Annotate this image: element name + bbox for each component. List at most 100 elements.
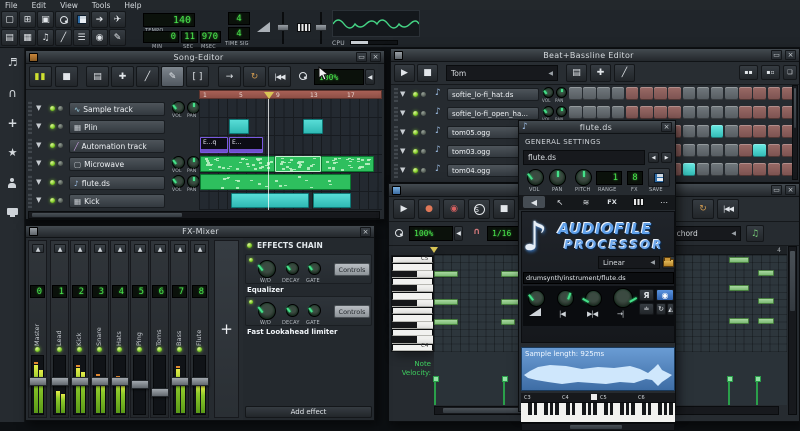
bb-step-cell[interactable] — [668, 87, 681, 100]
track-collapse-arrow[interactable]: ▼ — [36, 196, 41, 204]
close-button[interactable]: × — [661, 122, 672, 132]
add-automation-track-button[interactable]: ╱ — [136, 66, 159, 87]
afp-black-key[interactable] — [593, 403, 597, 415]
bb-volume-knob[interactable] — [543, 106, 554, 117]
tab-plugin[interactable]: ◀ — [523, 196, 545, 208]
fader-handle[interactable] — [29, 377, 47, 386]
add-effect-button[interactable]: Add effect — [245, 406, 372, 418]
record-button[interactable]: ● — [418, 199, 440, 219]
close-button[interactable]: × — [370, 52, 381, 62]
close-button[interactable]: × — [785, 185, 796, 195]
sidebar-item-samples[interactable]: ∩ — [4, 86, 21, 102]
channel-name-label[interactable]: Snare — [95, 301, 103, 346]
bb-step-cell[interactable] — [739, 144, 752, 157]
track-solo-led[interactable] — [58, 124, 63, 129]
fx-mixer-titlebar[interactable]: FX-Mixer × — [26, 226, 374, 238]
menu-view[interactable]: View — [60, 1, 78, 10]
track-mute-led[interactable] — [50, 106, 55, 111]
bb-step-cell[interactable] — [683, 87, 696, 100]
piano-roll-note[interactable] — [729, 285, 749, 291]
bb-step-cell[interactable] — [739, 163, 752, 176]
loop-mode-button[interactable]: ↻ — [692, 199, 714, 219]
afp-black-key[interactable] — [658, 403, 662, 415]
track-solo-led[interactable] — [421, 111, 426, 116]
track-solo-led[interactable] — [421, 130, 426, 135]
sample-waveform-panel[interactable]: Sample length: 925ms — [521, 347, 675, 391]
bb-step-cell[interactable] — [725, 163, 738, 176]
sidebar-item-favorites[interactable]: ★ — [4, 146, 21, 162]
bb-step-cell[interactable] — [697, 125, 710, 138]
track-grip[interactable] — [28, 138, 32, 153]
bb-step-cell[interactable] — [597, 106, 610, 119]
track-volume-knob[interactable] — [172, 156, 185, 169]
track-solo-led[interactable] — [58, 143, 63, 148]
track-name-button[interactable]: ▦Plin — [69, 120, 165, 134]
tempo-display[interactable]: 140 — [143, 13, 195, 27]
bb-step-cell[interactable] — [683, 125, 696, 138]
track-mute-led[interactable] — [50, 124, 55, 129]
master-pitch-handle[interactable] — [315, 24, 327, 31]
bb-step-cell[interactable] — [768, 163, 781, 176]
velocity-bar[interactable] — [434, 380, 436, 405]
song-editor-toggle[interactable]: ▤ — [1, 29, 18, 46]
bb-pattern-segment[interactable] — [229, 119, 249, 134]
channel-led[interactable] — [35, 347, 40, 352]
instrument-titlebar[interactable]: ♪ flute.ds × — [519, 121, 675, 134]
effect-slot[interactable]: W/D DECAY GATE Controls — [245, 254, 372, 284]
bb-pattern-segment[interactable] — [303, 119, 323, 134]
draw-mode-button[interactable]: ✎ — [161, 66, 184, 87]
fader-handle[interactable] — [131, 380, 149, 389]
project-notes-toggle[interactable]: ✎ — [109, 29, 126, 46]
maximize-button[interactable]: ▭ — [771, 185, 782, 195]
mixer-channel-snare[interactable]: ▲3Snare — [90, 240, 109, 418]
velocity-bar[interactable] — [503, 380, 505, 405]
afp-black-key[interactable] — [566, 403, 570, 415]
root-note-marker[interactable] — [591, 394, 597, 400]
track-mute-led[interactable] — [50, 143, 55, 148]
song-editor-hscrollbar[interactable] — [28, 211, 380, 219]
bb-step-cell[interactable] — [683, 106, 696, 119]
piano-roll-note[interactable] — [501, 319, 515, 325]
gate-knob[interactable] — [308, 304, 321, 317]
controls-button[interactable]: Controls — [334, 263, 370, 276]
track-name-button[interactable]: ♪flute.ds — [69, 176, 165, 190]
mixer-channel-master[interactable]: ▲0Master — [28, 240, 47, 418]
track-grip[interactable] — [394, 126, 398, 140]
piano-roll-note[interactable] — [758, 298, 774, 304]
channel-led[interactable] — [137, 347, 142, 352]
track-mute-led[interactable] — [50, 198, 55, 203]
controller-rack-toggle[interactable]: ◉ — [91, 29, 108, 46]
track-solo-led[interactable] — [58, 180, 63, 185]
channel-led[interactable] — [57, 347, 62, 352]
instrument-name-field[interactable]: flute.ds — [523, 150, 645, 165]
automation-pattern-segment[interactable]: E... — [229, 137, 263, 153]
play-button[interactable]: ▶ — [394, 64, 415, 82]
bb-editor-vscrollbar[interactable] — [792, 85, 798, 180]
bb-step-cell[interactable] — [626, 87, 639, 100]
reverse-button[interactable]: Я — [639, 289, 654, 301]
channel-send-button[interactable]: ▲ — [74, 244, 86, 253]
playhead-marker[interactable] — [264, 92, 274, 99]
master-volume-handle[interactable] — [277, 24, 289, 31]
track-lane[interactable] — [199, 192, 382, 211]
edit-mode-button[interactable]: [ ] — [186, 66, 209, 87]
piano-roll-note[interactable] — [729, 318, 749, 324]
chord-button[interactable]: ♫ — [746, 225, 764, 242]
menu-help[interactable]: Help — [124, 1, 141, 10]
channel-led[interactable] — [177, 347, 182, 352]
channel-name-label[interactable]: Lead — [55, 301, 63, 346]
track-collapse-arrow[interactable]: ▼ — [36, 104, 41, 112]
track-grip[interactable] — [28, 119, 32, 134]
track-collapse-arrow[interactable]: ▼ — [36, 122, 41, 130]
afp-black-key[interactable] — [588, 403, 592, 415]
channel-led[interactable] — [77, 347, 82, 352]
track-mute-led[interactable] — [413, 92, 418, 97]
loop-button[interactable]: ↻ — [656, 303, 666, 315]
wet-dry-knob[interactable] — [258, 302, 276, 320]
piano-key-black[interactable] — [392, 271, 433, 278]
bb-step-cell[interactable] — [711, 87, 724, 100]
bb-step-cell[interactable] — [640, 87, 653, 100]
track-collapse-arrow[interactable]: ▼ — [400, 128, 405, 136]
bb-editor-toggle[interactable]: ▦ — [19, 29, 36, 46]
fader-handle[interactable] — [191, 377, 209, 386]
